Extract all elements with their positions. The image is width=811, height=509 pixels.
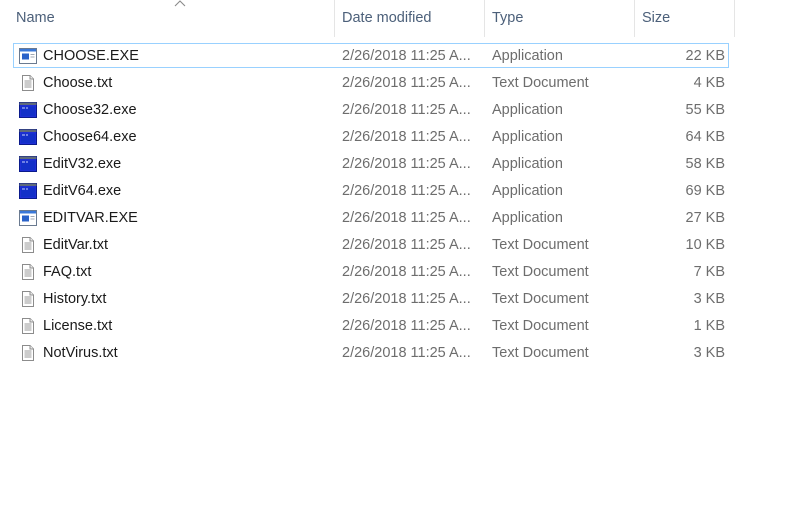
file-name: EditVar.txt xyxy=(43,237,109,253)
file-row[interactable]: FAQ.txt 2/26/2018 11:25 A... Text Document… xyxy=(0,259,811,286)
file-date-modified: 2/26/2018 11:25 A... xyxy=(342,75,471,91)
file-row[interactable]: NotVirus.txt 2/26/2018 11:25 A... Text Doc… xyxy=(0,340,811,367)
column-header-date-modified[interactable]: Date modified xyxy=(335,0,485,37)
file-size: 55 KB xyxy=(685,102,726,118)
column-header-type[interactable]: Type xyxy=(485,0,635,37)
file-name: NotVirus.txt xyxy=(43,345,118,361)
file-type: Application xyxy=(492,129,563,145)
chevron-up-icon xyxy=(174,0,186,9)
file-size: 3 KB xyxy=(693,291,725,307)
column-divider[interactable] xyxy=(734,0,735,37)
file-date-modified: 2/26/2018 11:25 A... xyxy=(342,129,471,145)
column-header-row: Name Date modified Type Size xyxy=(0,0,735,37)
text-file-icon xyxy=(19,290,37,308)
column-header-name[interactable]: Name xyxy=(9,0,335,37)
file-date-modified: 2/26/2018 11:25 A... xyxy=(342,102,471,118)
dos-app-icon xyxy=(19,47,37,65)
file-size: 58 KB xyxy=(685,156,726,172)
file-list: CHOOSE.EXE 2/26/2018 11:25 A... Applicatio… xyxy=(0,43,811,367)
file-name: History.txt xyxy=(43,291,107,307)
file-name: EDITVAR.EXE xyxy=(43,210,138,226)
column-header-name-label: Name xyxy=(16,10,55,26)
file-name: FAQ.txt xyxy=(43,264,92,280)
file-date-modified: 2/26/2018 11:25 A... xyxy=(342,48,471,64)
file-type: Text Document xyxy=(492,75,589,91)
file-type: Text Document xyxy=(492,345,589,361)
file-row[interactable]: Choose64.exe 2/26/2018 11:25 A... Applicat… xyxy=(0,124,811,151)
console-app-icon xyxy=(19,128,37,146)
file-row[interactable]: EditV64.exe 2/26/2018 11:25 A... Applicati… xyxy=(0,178,811,205)
file-date-modified: 2/26/2018 11:25 A... xyxy=(342,345,471,361)
file-name: EditV64.exe xyxy=(43,183,122,199)
file-size: 22 KB xyxy=(685,48,726,64)
file-size: 10 KB xyxy=(685,237,726,253)
file-row[interactable]: Choose32.exe 2/26/2018 11:25 A... Applicat… xyxy=(0,97,811,124)
file-name: Choose.txt xyxy=(43,75,113,91)
file-date-modified: 2/26/2018 11:25 A... xyxy=(342,291,471,307)
file-type: Application xyxy=(492,183,563,199)
file-size: 4 KB xyxy=(693,75,725,91)
file-size: 64 KB xyxy=(685,129,726,145)
file-name: CHOOSE.EXE xyxy=(43,48,139,64)
column-header-size-label: Size xyxy=(642,10,671,26)
file-row[interactable]: EditVar.txt 2/26/2018 11:25 A... Text Docu… xyxy=(0,232,811,259)
text-file-icon xyxy=(19,74,37,92)
console-app-icon xyxy=(19,155,37,173)
file-row[interactable]: CHOOSE.EXE 2/26/2018 11:25 A... Applicatio… xyxy=(0,43,811,70)
dos-app-icon xyxy=(19,209,37,227)
file-type: Application xyxy=(492,48,563,64)
file-size: 1 KB xyxy=(693,318,725,334)
file-date-modified: 2/26/2018 11:25 A... xyxy=(342,237,471,253)
file-name: Choose64.exe xyxy=(43,129,137,145)
file-name: License.txt xyxy=(43,318,113,334)
file-date-modified: 2/26/2018 11:25 A... xyxy=(342,264,471,280)
console-app-icon xyxy=(19,182,37,200)
file-row[interactable]: License.txt 2/26/2018 11:25 A... Text Docu… xyxy=(0,313,811,340)
file-size: 27 KB xyxy=(685,210,726,226)
column-header-size[interactable]: Size xyxy=(635,0,735,37)
file-size: 7 KB xyxy=(693,264,725,280)
file-row[interactable]: EDITVAR.EXE 2/26/2018 11:25 A... Applicati… xyxy=(0,205,811,232)
file-type: Text Document xyxy=(492,237,589,253)
file-row[interactable]: EditV32.exe 2/26/2018 11:25 A... Applicati… xyxy=(0,151,811,178)
file-size: 69 KB xyxy=(685,183,726,199)
file-type: Application xyxy=(492,102,563,118)
file-date-modified: 2/26/2018 11:25 A... xyxy=(342,318,471,334)
text-file-icon xyxy=(19,344,37,362)
text-file-icon xyxy=(19,263,37,281)
text-file-icon xyxy=(19,236,37,254)
file-size: 3 KB xyxy=(693,345,725,361)
file-date-modified: 2/26/2018 11:25 A... xyxy=(342,156,471,172)
file-type: Text Document xyxy=(492,264,589,280)
file-name: Choose32.exe xyxy=(43,102,137,118)
column-header-date-label: Date modified xyxy=(342,10,432,26)
file-row[interactable]: History.txt 2/26/2018 11:25 A... Text Docu… xyxy=(0,286,811,313)
file-row[interactable]: Choose.txt 2/26/2018 11:25 A... Text Docum… xyxy=(0,70,811,97)
file-type: Application xyxy=(492,156,563,172)
column-header-type-label: Type xyxy=(492,10,524,26)
file-type: Text Document xyxy=(492,318,589,334)
file-type: Application xyxy=(492,210,563,226)
console-app-icon xyxy=(19,101,37,119)
file-date-modified: 2/26/2018 11:25 A... xyxy=(342,210,471,226)
file-type: Text Document xyxy=(492,291,589,307)
file-list-pane: Name Date modified Type Size CHOOSE.EXE 2… xyxy=(0,0,811,509)
text-file-icon xyxy=(19,317,37,335)
file-date-modified: 2/26/2018 11:25 A... xyxy=(342,183,471,199)
file-name: EditV32.exe xyxy=(43,156,122,172)
